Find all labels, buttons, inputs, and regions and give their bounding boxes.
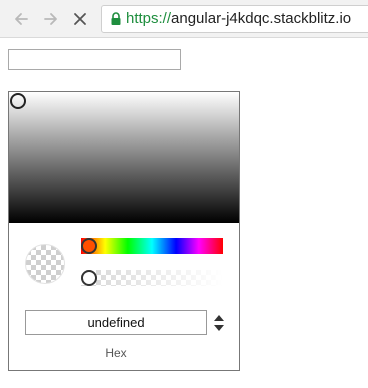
close-icon	[74, 13, 86, 25]
hue-slider-thumb[interactable]	[81, 238, 97, 254]
url-protocol: https://	[126, 10, 172, 27]
hue-slider[interactable]	[81, 238, 223, 254]
back-button[interactable]	[10, 8, 32, 30]
color-preview-swatch	[25, 244, 65, 284]
arrow-left-icon	[15, 13, 28, 25]
hex-value-input[interactable]: undefined	[25, 310, 207, 335]
alpha-slider-thumb[interactable]	[81, 270, 97, 286]
url-host: angular-j4kdqc.stackblitz.io	[171, 10, 352, 27]
address-bar[interactable]: https://angular-j4kdqc.stackblitz.io	[101, 5, 368, 33]
color-text-input[interactable]	[8, 49, 181, 70]
browser-toolbar: https://angular-j4kdqc.stackblitz.io	[0, 0, 368, 38]
lock-icon	[111, 12, 121, 25]
arrow-right-icon	[44, 13, 57, 25]
url-text: https://angular-j4kdqc.stackblitz.io	[126, 10, 351, 27]
up-down-arrows-icon[interactable]	[213, 313, 225, 333]
saturation-cursor[interactable]	[10, 93, 26, 109]
color-picker-panel: undefined Hex	[8, 91, 240, 371]
saturation-lightness-area[interactable]	[9, 92, 239, 223]
forward-button[interactable]	[40, 8, 62, 30]
format-label: Hex	[105, 346, 127, 360]
stop-loading-button[interactable]	[69, 8, 91, 30]
alpha-slider[interactable]	[81, 270, 223, 286]
